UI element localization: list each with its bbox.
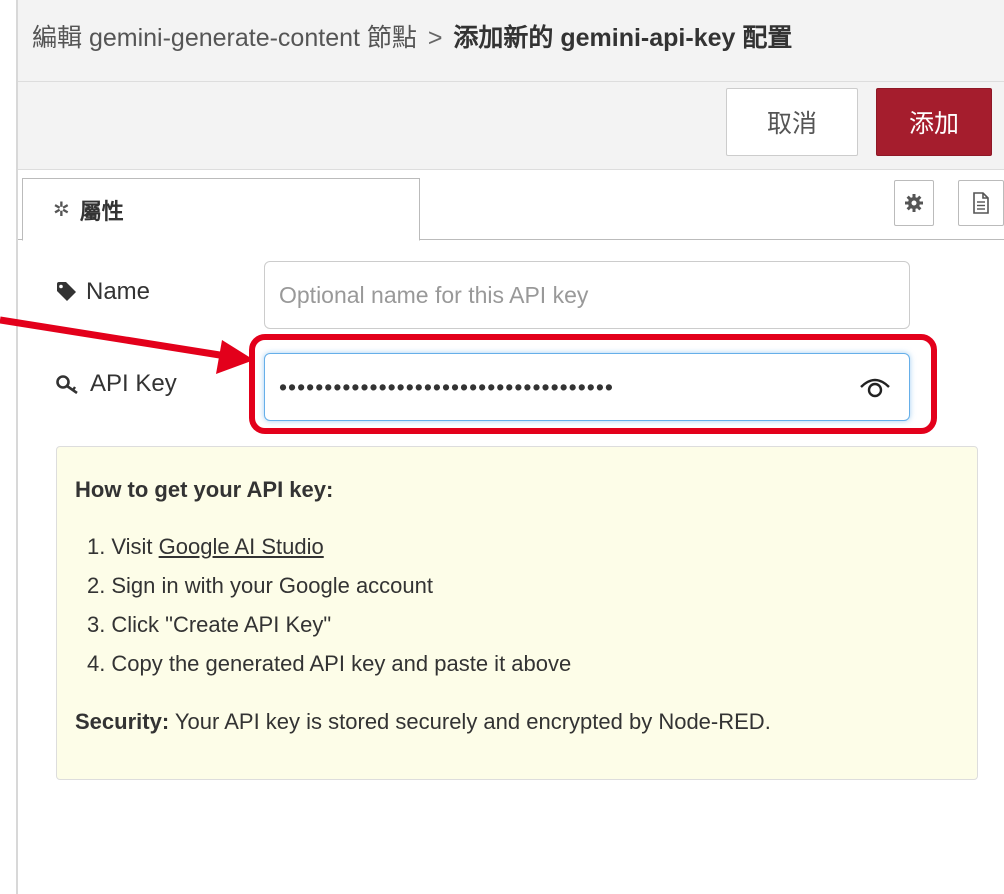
cancel-button[interactable]: 取消 xyxy=(726,88,858,156)
config-dialog: 編輯 gemini-generate-content 節點 > 添加新的 gem… xyxy=(0,0,1004,894)
api-key-label-text: API Key xyxy=(90,370,177,397)
step-number: 1. xyxy=(87,534,106,559)
help-step: 4. Copy the generated API key and paste i… xyxy=(87,644,571,683)
help-steps-list: 1. Visit Google AI Studio 2. Sign in with … xyxy=(87,527,571,683)
key-icon xyxy=(56,375,78,394)
tag-icon xyxy=(57,282,76,301)
tab-bar: ✲ 屬性 xyxy=(18,170,1004,241)
name-label: Name xyxy=(56,278,150,306)
step-text: Visit xyxy=(111,534,159,559)
document-icon xyxy=(973,192,989,214)
breadcrumb-parent[interactable]: 編輯 gemini-generate-content 節點 xyxy=(32,24,417,52)
google-ai-studio-link[interactable]: Google AI Studio xyxy=(159,534,324,559)
security-label: Security: xyxy=(75,709,170,734)
settings-tab-button[interactable] xyxy=(894,180,934,226)
step-number: 4. xyxy=(87,651,106,676)
gear-icon: ✲ xyxy=(53,199,70,221)
step-text: Click "Create API Key" xyxy=(111,612,332,637)
step-text: Copy the generated API key and paste it … xyxy=(111,651,572,676)
help-panel: How to get your API key: 1. Visit Google … xyxy=(56,446,978,780)
help-step: 2. Sign in with your Google account xyxy=(87,566,571,605)
security-text: Your API key is stored securely and encr… xyxy=(169,709,771,734)
step-text: Sign in with your Google account xyxy=(111,573,433,598)
step-number: 2. xyxy=(87,573,106,598)
eye-icon[interactable] xyxy=(859,374,891,406)
help-title: How to get your API key: xyxy=(75,477,334,502)
help-step: 3. Click "Create API Key" xyxy=(87,605,571,644)
name-label-text: Name xyxy=(86,278,151,305)
name-input[interactable]: Optional name for this API key xyxy=(264,261,910,329)
security-note: Security: Your API key is stored securel… xyxy=(75,709,771,735)
dialog-header: 編輯 gemini-generate-content 節點 > 添加新的 gem… xyxy=(18,0,1004,82)
api-key-masked-value: ••••••••••••••••••••••••••••••••••••• xyxy=(279,373,614,400)
api-key-input[interactable]: ••••••••••••••••••••••••••••••••••••• xyxy=(264,353,910,421)
gear-icon xyxy=(905,194,923,212)
tab-properties-label: 屬性 xyxy=(79,198,124,224)
description-tab-button[interactable] xyxy=(958,180,1004,226)
dialog-toolbar: 取消 添加 xyxy=(18,82,1004,170)
breadcrumb-current: 添加新的 gemini-api-key 配置 xyxy=(453,24,793,52)
name-input-placeholder: Optional name for this API key xyxy=(279,281,589,308)
breadcrumb: 編輯 gemini-generate-content 節點 > 添加新的 gem… xyxy=(32,18,792,54)
breadcrumb-separator: > xyxy=(427,24,443,52)
tab-properties[interactable]: ✲ 屬性 xyxy=(22,178,420,241)
step-number: 3. xyxy=(87,612,106,637)
api-key-label: API Key xyxy=(56,370,177,398)
add-button[interactable]: 添加 xyxy=(876,88,992,156)
help-step: 1. Visit Google AI Studio xyxy=(87,527,571,566)
